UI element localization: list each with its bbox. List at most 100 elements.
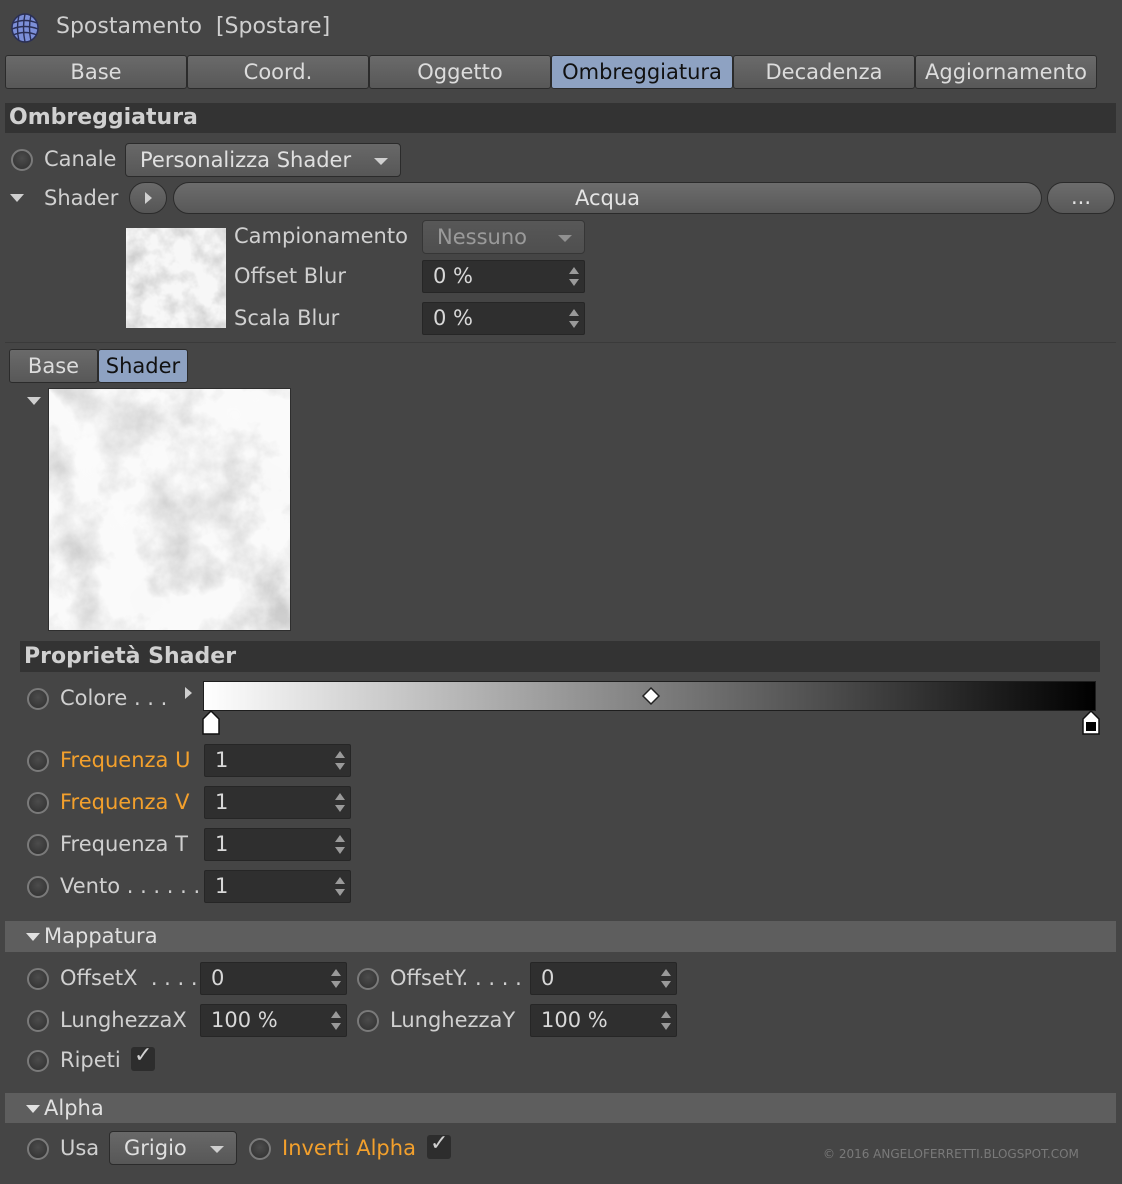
tab-decadenza[interactable]: Decadenza: [733, 55, 915, 89]
lunghezza-x-animation-radio[interactable]: [27, 1010, 49, 1032]
stepper-icon[interactable]: [335, 877, 345, 897]
scala-blur-value: 0 %: [433, 306, 473, 330]
stepper-icon[interactable]: [335, 835, 345, 855]
lunghezza-y-animation-radio[interactable]: [357, 1010, 379, 1032]
divider: [5, 342, 1116, 343]
subtab-shader[interactable]: Shader: [98, 349, 188, 383]
checkmark-icon: ✓: [430, 1131, 449, 1156]
gradient-start-knot[interactable]: [200, 710, 222, 736]
lunghezza-x-label: LunghezzaX: [60, 1008, 187, 1032]
collapse-arrow-icon: [26, 1105, 40, 1113]
vento-value: 1: [215, 874, 229, 898]
stepper-icon[interactable]: [569, 309, 579, 329]
offset-y-animation-radio[interactable]: [357, 968, 379, 990]
usa-dropdown-value: Grigio: [124, 1136, 187, 1160]
displacer-object-icon: [11, 13, 39, 43]
offset-blur-field[interactable]: 0 %: [422, 260, 585, 293]
usa-dropdown[interactable]: Grigio: [109, 1131, 237, 1165]
campionamento-label: Campionamento: [234, 224, 408, 248]
freq-t-field[interactable]: 1: [204, 828, 351, 861]
checkmark-icon: ✓: [134, 1043, 153, 1068]
stepper-icon[interactable]: [331, 969, 341, 989]
tab-aggiornamento[interactable]: Aggiornamento: [915, 55, 1097, 89]
shader-preview: [48, 388, 291, 631]
scala-blur-label: Scala Blur: [234, 306, 340, 330]
expand-arrow-icon[interactable]: [183, 686, 195, 700]
window-title: Spostamento [Spostare]: [56, 14, 331, 39]
tab-oggetto[interactable]: Oggetto: [369, 55, 551, 89]
stepper-icon[interactable]: [331, 1011, 341, 1031]
vento-label: Vento . . . . . .: [60, 874, 201, 898]
offset-x-label: OffsetX . . . .: [60, 966, 198, 990]
freq-u-value: 1: [215, 748, 229, 772]
freq-t-value: 1: [215, 832, 229, 856]
colore-animation-radio[interactable]: [27, 688, 49, 710]
freq-v-animation-radio[interactable]: [27, 792, 49, 814]
freq-u-animation-radio[interactable]: [27, 750, 49, 772]
tab-coord[interactable]: Coord.: [187, 55, 369, 89]
alpha-header[interactable]: Alpha: [5, 1093, 1116, 1123]
freq-u-label: Frequenza U: [60, 748, 191, 772]
colore-label: Colore . . .: [60, 686, 168, 710]
offset-x-animation-radio[interactable]: [27, 968, 49, 990]
stepper-icon[interactable]: [335, 793, 345, 813]
lunghezza-x-field[interactable]: 100 %: [200, 1004, 347, 1037]
freq-v-value: 1: [215, 790, 229, 814]
inverti-alpha-label: Inverti Alpha: [282, 1136, 416, 1160]
freq-t-label: Frequenza T: [60, 832, 188, 856]
ripeti-animation-radio[interactable]: [27, 1050, 49, 1072]
lunghezza-y-value: 100 %: [541, 1008, 608, 1032]
freq-v-label: Frequenza V: [60, 790, 190, 814]
vento-animation-radio[interactable]: [27, 876, 49, 898]
campionamento-value: Nessuno: [437, 225, 527, 249]
offset-x-field[interactable]: 0: [200, 962, 347, 995]
vento-field[interactable]: 1: [204, 870, 351, 903]
offset-y-value: 0: [541, 966, 555, 990]
preview-collapse-toggle[interactable]: [27, 397, 41, 405]
gradient-midpoint-knot[interactable]: [641, 686, 661, 706]
stepper-icon[interactable]: [661, 969, 671, 989]
shader-collapse-toggle[interactable]: [10, 194, 24, 202]
offset-blur-value: 0 %: [433, 264, 473, 288]
lunghezza-x-value: 100 %: [211, 1008, 278, 1032]
shader-more-button[interactable]: ...: [1047, 182, 1115, 214]
alpha-title: Alpha: [44, 1096, 104, 1120]
tab-base[interactable]: Base: [5, 55, 187, 89]
usa-animation-radio[interactable]: [27, 1138, 49, 1160]
inverti-alpha-checkbox[interactable]: ✓: [427, 1131, 451, 1159]
collapse-arrow-icon: [26, 933, 40, 941]
canale-label: Canale: [44, 147, 117, 171]
campionamento-dropdown: Nessuno: [422, 220, 585, 254]
stepper-icon[interactable]: [335, 751, 345, 771]
freq-u-field[interactable]: 1: [204, 744, 351, 777]
shader-label: Shader: [44, 186, 119, 210]
canale-dropdown[interactable]: Personalizza Shader: [125, 143, 401, 177]
scala-blur-field[interactable]: 0 %: [422, 302, 585, 335]
shader-menu-button[interactable]: [129, 182, 167, 214]
stepper-icon[interactable]: [569, 267, 579, 287]
section-title: Ombreggiatura: [5, 103, 1116, 133]
offset-y-label: OffsetY. . . . .: [390, 966, 522, 990]
inverti-alpha-animation-radio[interactable]: [249, 1138, 271, 1160]
freq-t-animation-radio[interactable]: [27, 834, 49, 856]
shader-properties-title: Proprietà Shader: [20, 641, 1100, 672]
ripeti-checkbox[interactable]: ✓: [131, 1043, 155, 1071]
offset-y-field[interactable]: 0: [530, 962, 677, 995]
canale-dropdown-value: Personalizza Shader: [140, 148, 352, 172]
shader-thumbnail: [126, 228, 226, 328]
mappatura-header[interactable]: Mappatura: [5, 921, 1116, 952]
watermark: © 2016 ANGELOFERRETTI.BLOGSPOT.COM: [823, 1147, 1079, 1161]
stepper-icon[interactable]: [661, 1011, 671, 1031]
chevron-down-icon: [374, 158, 388, 165]
subtab-base[interactable]: Base: [9, 349, 98, 383]
tab-ombreggiatura[interactable]: Ombreggiatura: [551, 55, 733, 89]
canale-animation-radio[interactable]: [11, 149, 33, 171]
freq-v-field[interactable]: 1: [204, 786, 351, 819]
chevron-down-icon: [210, 1146, 224, 1153]
shader-name-button[interactable]: Acqua: [173, 182, 1042, 214]
chevron-down-icon: [558, 235, 572, 242]
offset-x-value: 0: [211, 966, 225, 990]
lunghezza-y-field[interactable]: 100 %: [530, 1004, 677, 1037]
gradient-end-knot[interactable]: [1080, 710, 1102, 736]
lunghezza-y-label: LunghezzaY: [390, 1008, 516, 1032]
